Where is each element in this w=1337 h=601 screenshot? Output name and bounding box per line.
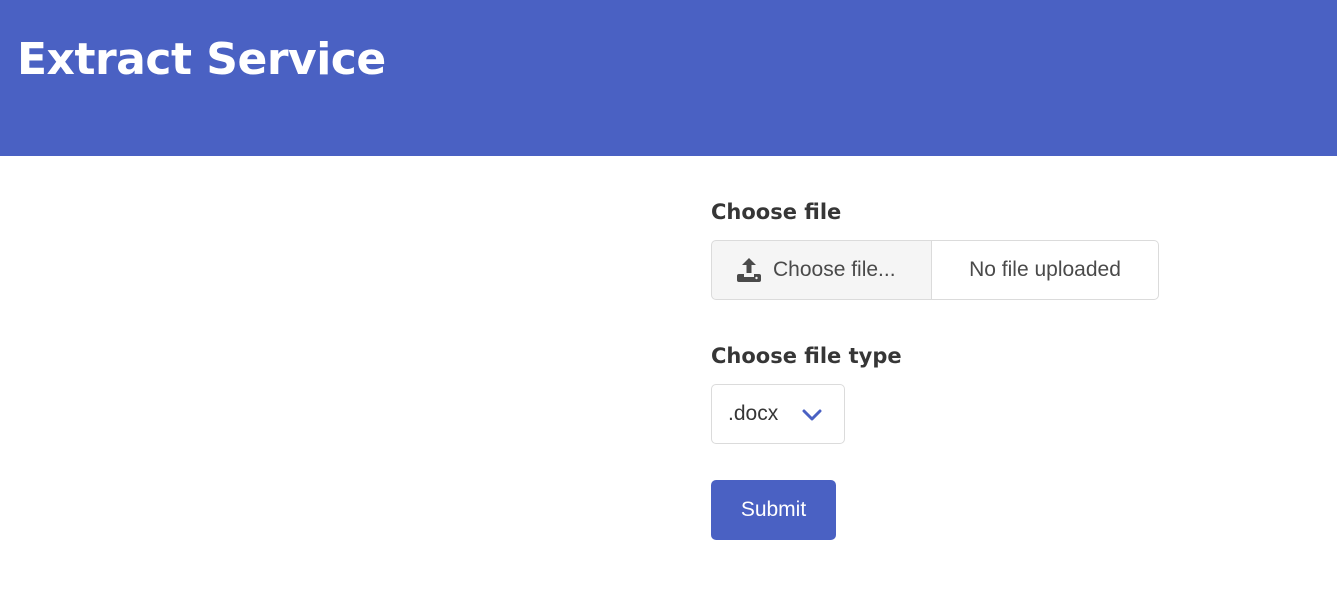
chevron-down-icon bbox=[802, 407, 822, 426]
upload-icon bbox=[736, 257, 762, 283]
choose-file-button-label: Choose file... bbox=[773, 258, 896, 281]
choose-file-button[interactable]: Choose file... bbox=[711, 240, 932, 300]
choose-file-type-label: Choose file type bbox=[711, 344, 902, 368]
submit-button[interactable]: Submit bbox=[711, 480, 836, 540]
page-title: Extract Service bbox=[17, 34, 386, 85]
page-header: Extract Service bbox=[0, 0, 1337, 156]
file-name-display: No file uploaded bbox=[932, 240, 1159, 300]
choose-file-label: Choose file bbox=[711, 200, 842, 224]
file-type-select[interactable]: .docx bbox=[711, 384, 845, 444]
file-type-selected-value: .docx bbox=[728, 402, 779, 425]
file-input-group: Choose file... No file uploaded bbox=[711, 240, 1159, 300]
